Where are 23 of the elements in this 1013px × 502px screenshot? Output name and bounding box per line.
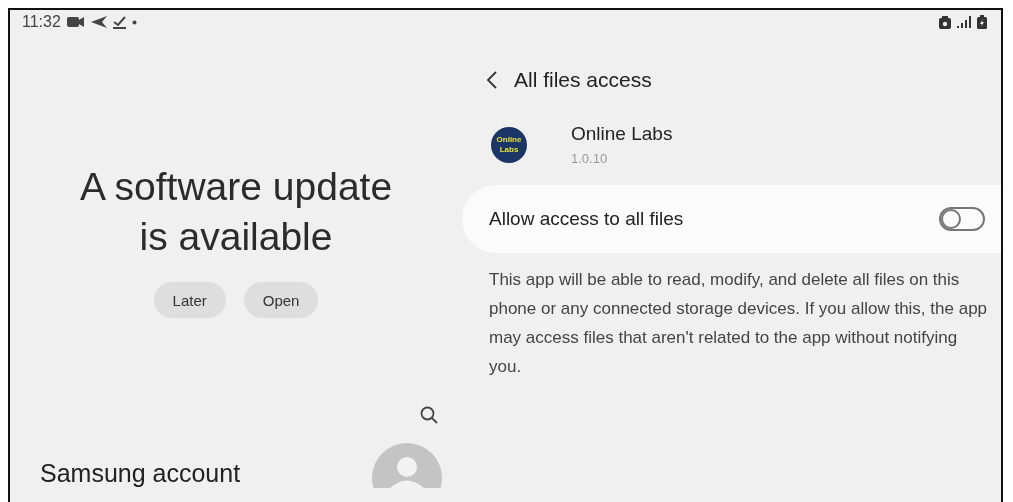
battery-charging-icon — [977, 15, 987, 29]
send-icon — [90, 16, 107, 28]
download-check-icon — [112, 15, 126, 29]
notification-dot-icon — [131, 19, 137, 25]
pill-button[interactable]: Open — [243, 282, 319, 318]
app-name: Online Labs — [571, 123, 673, 145]
status-time: 11:32 — [22, 13, 61, 31]
update-title: A software update is available — [78, 164, 394, 260]
description-text: This app will be able to read, modify, and delete all files on this phone or any connected storage devices. If you allow this, the app may access files that aren't related to the app without notifying you. — [488, 269, 989, 378]
setting-row[interactable]: Allow access to all files — [462, 185, 1001, 253]
account-title[interactable]: Samsung account — [40, 458, 241, 488]
toggle-switch[interactable] — [939, 207, 985, 231]
app-version: 1.0.10 — [571, 151, 609, 166]
app-icon: Online Labs — [491, 126, 527, 163]
signal-icon — [957, 16, 971, 28]
back-icon[interactable] — [486, 70, 498, 90]
page-title: All files access — [514, 68, 652, 92]
search-icon[interactable] — [420, 406, 438, 424]
pill-button[interactable]: Later — [153, 282, 226, 318]
toggle-knob — [941, 209, 961, 229]
video-camera-icon — [66, 16, 85, 28]
setting-label: Allow access to all files — [489, 208, 684, 230]
sim-icon — [939, 15, 951, 29]
